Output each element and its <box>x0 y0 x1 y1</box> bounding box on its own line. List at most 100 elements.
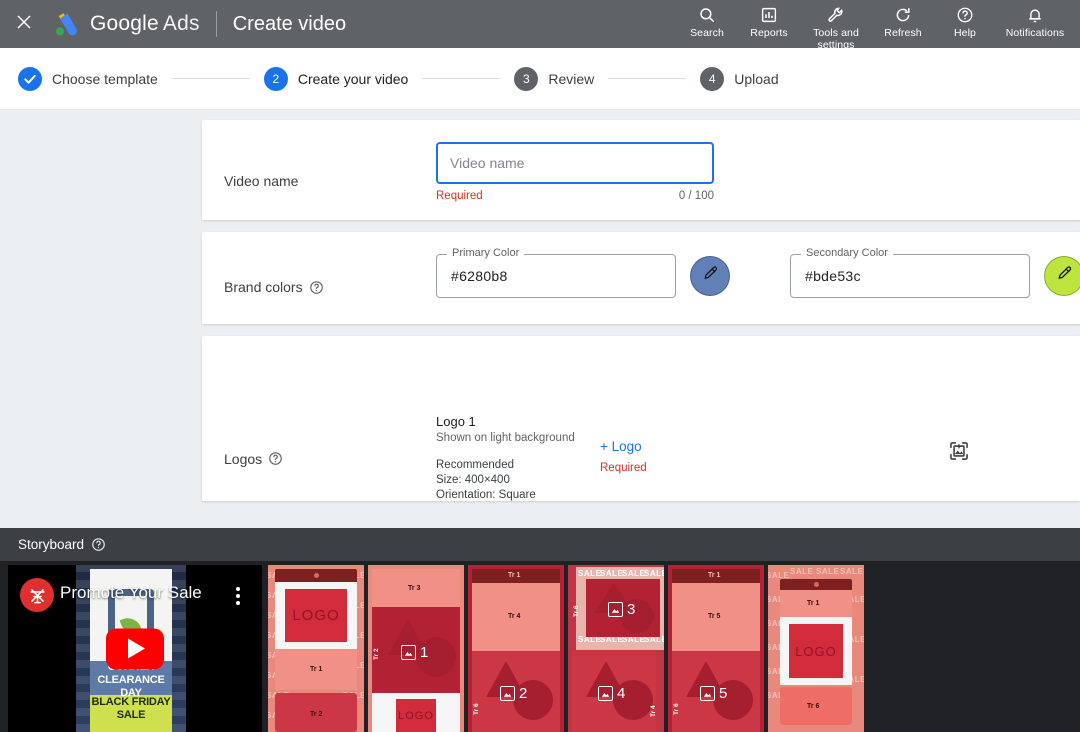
brand-colors-label-group: Brand colors <box>224 254 436 298</box>
scene-4-tr-side-tag-2: Tr 4 <box>650 705 657 717</box>
storyboard-scene-4[interactable]: SALE SALE SALE SALE SALE SALE SALE SALE … <box>568 565 664 732</box>
scene-5-image-placeholder: 5 <box>700 685 727 702</box>
sale-text: SALE <box>622 569 645 578</box>
logos-card: Logos Logo 1 Shown on light background R… <box>202 336 1080 501</box>
help-button[interactable]: Help <box>934 0 996 40</box>
image-icon <box>500 686 515 701</box>
image-icon <box>401 645 416 660</box>
step-connector-3 <box>608 78 686 79</box>
storyboard-scene-3[interactable]: Tr 1 Tr 4 2 Tr 6 <box>468 565 564 732</box>
video-name-label: Video name <box>224 173 298 189</box>
step-2-label: Create your video <box>298 71 409 87</box>
topbar-actions: Search Reports Tools and settings Refres… <box>676 0 1080 48</box>
tools-and-settings-button[interactable]: Tools and settings <box>800 0 872 51</box>
logos-help-icon[interactable] <box>268 451 283 466</box>
scene-6-logo-box: LOGO <box>789 624 843 678</box>
scene-2-logo-box: LOGO <box>396 699 436 732</box>
video-name-character-counter: 0 / 100 <box>679 190 714 202</box>
scene-1-tr-tag-1: Tr 1 <box>310 666 322 673</box>
video-name-required-text: Required <box>436 190 483 202</box>
eyedropper-icon <box>1056 265 1073 287</box>
step-review[interactable]: 3 Review <box>514 67 594 91</box>
storyboard-scene-5[interactable]: Tr 1 Tr 5 5 Tr 6 <box>668 565 764 732</box>
brand-google-text: Google <box>90 12 159 35</box>
sale-text: SALE <box>790 567 813 576</box>
logo-upload-button[interactable] <box>948 356 970 503</box>
scene-3-image-number: 2 <box>519 685 527 702</box>
secondary-color-field[interactable]: Secondary Color #bde53c <box>790 254 1030 298</box>
refresh-icon <box>894 5 912 25</box>
search-button[interactable]: Search <box>676 0 738 40</box>
storyboard-scene-2[interactable]: Tr 3 1 Tr 2 LOGO <box>368 565 464 732</box>
brand-ads-text: Ads <box>163 12 200 35</box>
reports-label: Reports <box>750 28 787 40</box>
primary-color-value: #6280b8 <box>451 268 508 284</box>
storyboard-scene-1[interactable]: SALE SALE SALE SALE SALE SALE SALE SALE … <box>268 565 364 732</box>
scene-4-image-number-b: 4 <box>617 685 625 702</box>
storyboard-strip: CORNER CLEARANCE DAY BLACK FRIDAY SALE P… <box>0 561 1080 732</box>
search-icon <box>698 5 716 25</box>
secondary-color-picker-button[interactable] <box>1044 256 1080 296</box>
scene-1-camera-dot <box>314 573 319 578</box>
form-content-area: Video name Required 0 / 100 Brand colors <box>0 110 1080 528</box>
notifications-label: Notifications <box>1006 28 1065 40</box>
scene-2-image-number: 1 <box>420 644 428 661</box>
scene-5-tr-side-tag: Tr 6 <box>673 703 680 715</box>
brand-colors-label: Brand colors <box>224 279 303 295</box>
notifications-button[interactable]: Notifications <box>996 0 1074 40</box>
preview-caption-line-3: BLACK FRIDAY <box>90 696 172 709</box>
logo-recommendation: Recommended Size: 400×400 Orientation: S… <box>436 458 586 503</box>
scene-6-tr-tag-2: Tr 6 <box>807 703 819 710</box>
help-icon <box>956 5 974 25</box>
scene-3-tr-tag-2: Tr 4 <box>508 613 520 620</box>
clapper-chair-icon <box>20 578 54 612</box>
logo-required-text: Required <box>600 462 706 474</box>
sale-text: SALE <box>600 569 623 578</box>
topbar-divider <box>216 11 217 37</box>
image-icon <box>700 686 715 701</box>
google-ads-logo-icon <box>54 12 80 36</box>
secondary-color-value: #bde53c <box>805 268 861 284</box>
bell-icon <box>1026 5 1044 25</box>
step-3-number: 3 <box>514 67 538 91</box>
kebab-menu-icon[interactable] <box>236 587 240 605</box>
youtube-play-icon[interactable] <box>106 628 164 669</box>
logo-rec-line-2: Size: 400×400 <box>436 473 586 488</box>
scene-5-tr-tag-2: Tr 5 <box>708 613 720 620</box>
step-connector-1 <box>172 78 250 79</box>
scene-6-camera-dot <box>814 582 819 587</box>
primary-color-legend: Primary Color <box>447 247 524 259</box>
primary-color-picker-button[interactable] <box>690 256 730 296</box>
reports-button[interactable]: Reports <box>738 0 800 40</box>
scene-4-image-placeholder-3: 3 <box>608 601 635 618</box>
step-4-number: 4 <box>700 67 724 91</box>
search-label: Search <box>690 28 724 40</box>
logos-label: Logos <box>224 451 262 467</box>
refresh-button[interactable]: Refresh <box>872 0 934 40</box>
step-2-number: 2 <box>264 67 288 91</box>
video-name-meta: Required 0 / 100 <box>436 190 714 202</box>
image-icon <box>608 602 623 617</box>
storyboard-help-icon[interactable] <box>91 537 106 552</box>
step-3-label: Review <box>548 71 594 87</box>
scene-3-tr-tag-1: Tr 1 <box>508 572 520 579</box>
storyboard-scene-6[interactable]: SALE SALE SALE SALE SALE SALE SALE SALE … <box>768 565 864 732</box>
brand-colors-help-icon[interactable] <box>309 280 324 295</box>
close-button[interactable] <box>0 0 48 48</box>
logo-rec-line-1: Recommended <box>436 458 586 473</box>
storyboard-header: Storyboard <box>0 528 1080 561</box>
top-app-bar: GoogleAds Create video Search Reports To… <box>0 0 1080 48</box>
reports-icon <box>760 5 778 25</box>
step-upload[interactable]: 4 Upload <box>700 67 778 91</box>
scene-3-image-placeholder: 2 <box>500 685 527 702</box>
video-name-input[interactable] <box>436 142 714 184</box>
video-preview-player[interactable]: CORNER CLEARANCE DAY BLACK FRIDAY SALE P… <box>8 565 262 732</box>
video-name-field-wrap: Required 0 / 100 <box>436 142 714 202</box>
preview-caption-line-4: SALE <box>90 709 172 722</box>
scene-2-tr-side-tag: Tr 2 <box>373 648 380 660</box>
primary-color-field[interactable]: Primary Color #6280b8 <box>436 254 676 298</box>
add-logo-button[interactable]: + Logo <box>600 439 706 454</box>
step-choose-template[interactable]: Choose template <box>18 67 158 91</box>
step-create-your-video[interactable]: 2 Create your video <box>264 67 409 91</box>
progress-stepper: Choose template 2 Create your video 3 Re… <box>0 48 1080 110</box>
